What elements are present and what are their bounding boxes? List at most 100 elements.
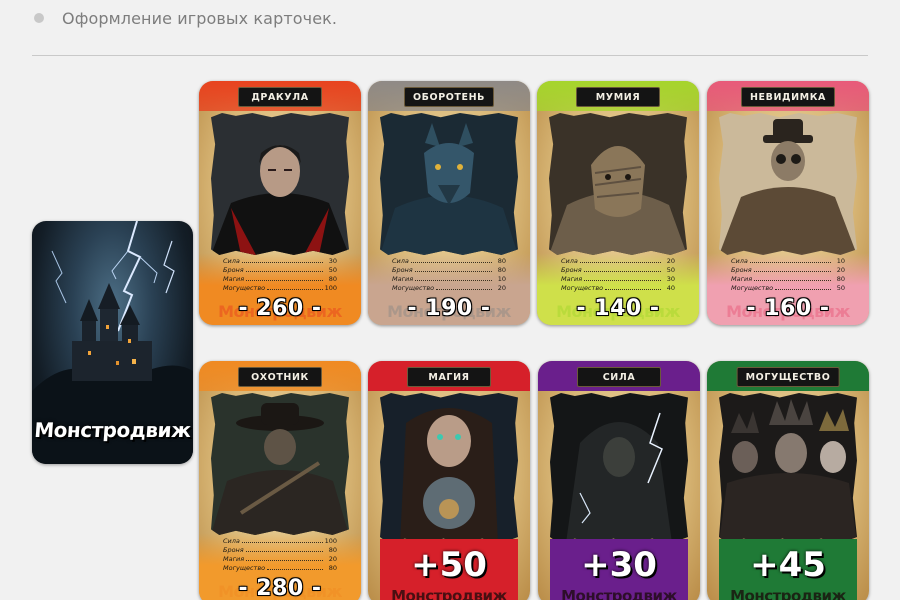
stat-value: 80 [328, 564, 337, 572]
cover-title: Монстродвиж [33, 418, 192, 442]
stat-value: 50 [666, 266, 675, 274]
bonus-value: +50 [411, 545, 487, 585]
stat-value: 10 [497, 275, 506, 283]
crystal-ball-portrait [380, 393, 518, 543]
card-invisible-man[interactable]: НЕВИДИМКА Сила 10 Броня 20 Магия 80 Могущес… [707, 81, 869, 325]
mummy-portrait [549, 113, 687, 255]
card-name-plate: МОГУЩЕСТВО [736, 367, 840, 387]
card-name: ДРАКУЛА [251, 91, 309, 103]
werewolf-portrait [380, 113, 518, 255]
stats-list: Сила 10 Броня 20 Магия 80 Могущество 50 [731, 257, 845, 293]
stat-label: Броня [392, 266, 413, 274]
stat-value: 30 [666, 275, 675, 283]
stat-row: Могущество 20 [392, 284, 506, 293]
stat-value: 20 [328, 555, 337, 563]
stat-value: 20 [497, 284, 506, 292]
stat-value: 80 [328, 275, 337, 283]
stat-row: Сила 100 [223, 537, 337, 546]
stat-row: Магия 20 [223, 555, 337, 564]
card-name: МАГИЯ [428, 371, 470, 383]
card-name-plate: МУМИЯ [576, 87, 660, 107]
stats-panel: Сила 80 Броня 80 Магия 10 Могущество 20 Монс… [368, 253, 530, 325]
card-bonus-strength[interactable]: СИЛА +30 Монстродвиж [538, 361, 700, 600]
card-total: - 160 - [746, 296, 830, 321]
card-total: - 190 - [407, 296, 491, 321]
stats-list: Сила 80 Броня 80 Магия 10 Могущество 20 [392, 257, 506, 293]
stat-value: 80 [497, 266, 506, 274]
stat-row: Магия 80 [223, 275, 337, 284]
stat-label: Магия [223, 555, 245, 563]
stat-value: 10 [836, 257, 845, 265]
stats-panel: Сила 30 Броня 50 Магия 80 Могущество 100 Мон… [199, 253, 361, 325]
stat-row: Могущество 80 [223, 564, 337, 573]
invisible-man-portrait [719, 113, 857, 255]
stat-label: Броня [223, 546, 244, 554]
stat-label: Броня [561, 266, 582, 274]
stat-value: 80 [497, 257, 506, 265]
three-kings-portrait [719, 393, 857, 543]
bonus-block: +45 Монстродвиж [719, 539, 857, 600]
stat-label: Сила [223, 257, 240, 265]
stat-label: Броня [223, 266, 244, 274]
card-dracula[interactable]: ДРАКУЛА Сила 30 Броня 50 Магия 80 Могуществ… [199, 81, 361, 325]
bonus-value: +45 [750, 545, 826, 585]
card-name-plate: МАГИЯ [407, 367, 491, 387]
stat-label: Магия [561, 275, 583, 283]
card-name: ОБОРОТЕНЬ [413, 91, 485, 103]
stat-label: Магия [731, 275, 753, 283]
bullet-icon [34, 13, 44, 23]
card-total: - 260 - [238, 296, 322, 321]
caption-text: Оформление игровых карточек. [62, 8, 338, 28]
stat-value: 100 [324, 284, 337, 292]
stat-label: Могущество [223, 564, 266, 572]
bonus-value: +30 [581, 545, 657, 585]
cover-card[interactable]: Монстродвиж [32, 221, 193, 464]
card-name-plate: НЕВИДИМКА [740, 87, 836, 107]
stat-value: 50 [836, 284, 845, 292]
stat-label: Могущество [731, 284, 774, 292]
stat-value: 20 [666, 257, 675, 265]
stat-label: Сила [392, 257, 409, 265]
stat-row: Броня 80 [392, 266, 506, 275]
card-name-plate: СИЛА [577, 367, 661, 387]
stat-row: Броня 50 [223, 266, 337, 275]
stat-row: Могущество 100 [223, 284, 337, 293]
stat-row: Сила 80 [392, 257, 506, 266]
card-name-plate: ОБОРОТЕНЬ [404, 87, 494, 107]
stat-value: 100 [324, 537, 337, 545]
card-hunter[interactable]: ОХОТНИК Сила 100 Броня 80 Магия 20 Могущест… [199, 361, 361, 600]
card-ghost-title: Монстродвиж [730, 587, 846, 600]
dracula-portrait [211, 113, 349, 255]
stat-row: Могущество 50 [731, 284, 845, 293]
stats-list: Сила 100 Броня 80 Магия 20 Могущество 80 [223, 537, 337, 573]
stat-label: Магия [392, 275, 414, 283]
card-bonus-magic[interactable]: МАГИЯ +50 Монстродвиж [368, 361, 530, 600]
card-name: СИЛА [602, 371, 636, 383]
stat-value: 30 [328, 257, 337, 265]
card-bonus-might[interactable]: МОГУЩЕСТВО +45 Монстродвиж [707, 361, 869, 600]
card-name-plate: ДРАКУЛА [238, 87, 322, 107]
stat-label: Сила [223, 537, 240, 545]
stat-label: Могущество [392, 284, 435, 292]
stat-row: Могущество 40 [561, 284, 675, 293]
stat-label: Могущество [223, 284, 266, 292]
stat-label: Броня [731, 266, 752, 274]
card-mummy[interactable]: МУМИЯ Сила 20 Броня 50 Магия 30 Могущество 4… [537, 81, 699, 325]
stat-row: Сила 20 [561, 257, 675, 266]
stat-label: Сила [731, 257, 748, 265]
stat-value: 20 [836, 266, 845, 274]
stat-label: Сила [561, 257, 578, 265]
stat-label: Могущество [561, 284, 604, 292]
hunter-portrait [211, 393, 349, 535]
bonus-block: +30 Монстродвиж [550, 539, 688, 600]
stats-panel: Сила 100 Броня 80 Магия 20 Могущество 80 Мон… [199, 533, 361, 600]
stat-row: Броня 80 [223, 546, 337, 555]
divider [32, 55, 868, 56]
stat-label: Магия [223, 275, 245, 283]
stats-panel: Сила 10 Броня 20 Магия 80 Могущество 50 Монс… [707, 253, 869, 325]
stat-row: Магия 30 [561, 275, 675, 284]
card-werewolf[interactable]: ОБОРОТЕНЬ Сила 80 Броня 80 Магия 10 Могущес… [368, 81, 530, 325]
caption-row: Оформление игровых карточек. [34, 6, 337, 30]
card-total: - 280 - [238, 576, 322, 600]
bonus-block: +50 Монстродвиж [380, 539, 518, 600]
